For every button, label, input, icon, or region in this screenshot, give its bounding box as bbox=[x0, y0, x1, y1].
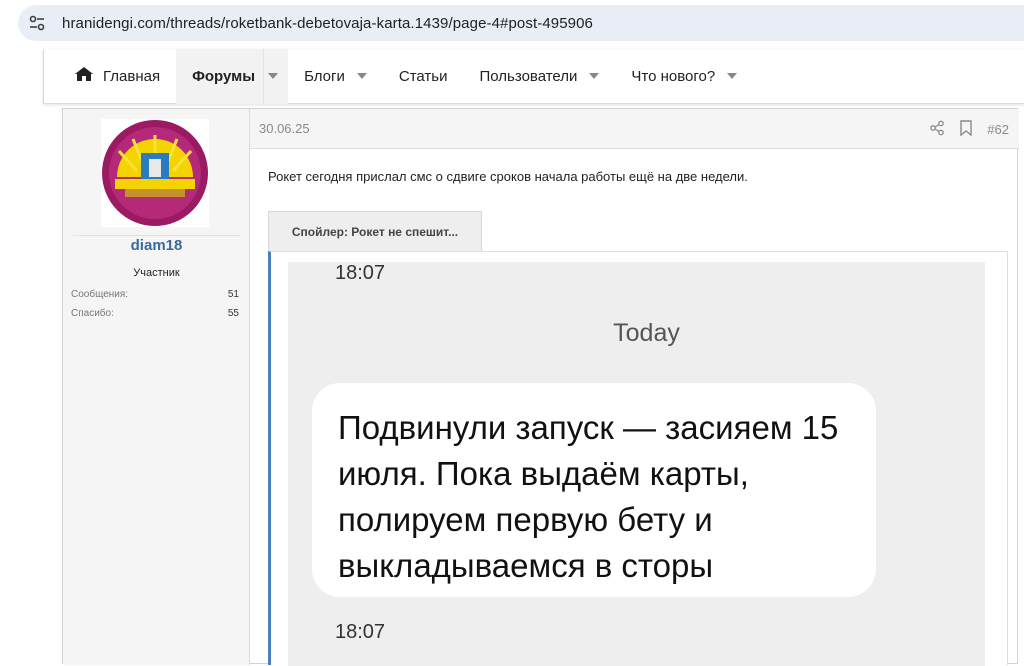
nav-articles[interactable]: Статьи bbox=[383, 49, 464, 104]
nav-blogs-label: Блоги bbox=[304, 67, 345, 85]
nav-whats-new[interactable]: Что нового? bbox=[615, 49, 753, 104]
sms-time-bottom: 18:07 bbox=[335, 621, 386, 643]
avatar-emblem-icon bbox=[102, 120, 208, 226]
spoiler-content: 18:07 Today Подвинули запуск — засияем 1… bbox=[268, 251, 1008, 666]
bookmark-icon[interactable] bbox=[959, 120, 973, 139]
chevron-down-icon[interactable] bbox=[356, 73, 367, 79]
user-stat-messages: Сообщения: 51 bbox=[71, 289, 239, 300]
nav-home-label: Главная bbox=[103, 67, 161, 85]
browser-toolbar: hranidengi.com/threads/roketbank-debetov… bbox=[0, 0, 1024, 46]
sms-time-top: 18:07 bbox=[335, 262, 386, 284]
avatar[interactable] bbox=[101, 119, 209, 227]
user-stat-thanks: Спасибо: 55 bbox=[71, 308, 239, 319]
sms-message-bubble: Подвинули запуск — засияем 15 июля. Пока… bbox=[312, 383, 876, 597]
site-settings-icon[interactable] bbox=[24, 10, 50, 36]
post-header-actions: #62 bbox=[929, 120, 1009, 139]
stat-label: Сообщения: bbox=[71, 289, 129, 300]
stat-value: 51 bbox=[227, 289, 239, 300]
home-icon bbox=[74, 66, 94, 86]
sms-screenshot: 18:07 Today Подвинули запуск — засияем 1… bbox=[288, 262, 985, 666]
address-bar[interactable]: hranidengi.com/threads/roketbank-debetov… bbox=[18, 5, 1024, 41]
nav-blogs[interactable]: Блоги bbox=[288, 49, 383, 104]
spoiler-button[interactable]: Спойлер: Рокет не спешит... bbox=[268, 211, 482, 251]
post-number-link[interactable]: #62 bbox=[987, 122, 1009, 137]
sms-day-label: Today bbox=[613, 319, 680, 347]
user-role: Участник bbox=[133, 267, 180, 279]
divider bbox=[73, 235, 240, 236]
post-date[interactable]: 30.06.25 bbox=[259, 121, 310, 136]
stat-label: Спасибо: bbox=[71, 308, 114, 319]
forum-post: diam18 Участник Сообщения: 51 Спасибо: 5… bbox=[62, 108, 1019, 666]
post-body-text: Рокет сегодня прислал смс о сдвиге сроко… bbox=[268, 169, 748, 184]
nav-members[interactable]: Пользователи bbox=[464, 49, 616, 104]
nav-forums-dropdown[interactable] bbox=[263, 48, 289, 104]
nav-home[interactable]: Главная bbox=[44, 49, 176, 104]
stat-value: 55 bbox=[227, 308, 239, 319]
nav-forums-label: Форумы bbox=[192, 67, 256, 85]
nav-articles-label: Статьи bbox=[398, 67, 448, 85]
chevron-down-icon[interactable] bbox=[589, 73, 600, 79]
user-info-column: diam18 Участник Сообщения: 51 Спасибо: 5… bbox=[63, 109, 250, 665]
share-icon[interactable] bbox=[929, 120, 945, 139]
chevron-down-icon bbox=[268, 73, 279, 79]
forum-nav: Главная Форумы Блоги Статьи Пользователи… bbox=[43, 48, 1024, 104]
post-header: 30.06.25 #62 bbox=[250, 109, 1019, 149]
nav-whats-new-label: Что нового? bbox=[631, 67, 716, 85]
nav-members-label: Пользователи bbox=[479, 67, 578, 85]
chevron-down-icon[interactable] bbox=[727, 73, 738, 79]
url-text[interactable]: hranidengi.com/threads/roketbank-debetov… bbox=[62, 15, 593, 32]
sms-message-text: Подвинули запуск — засияем 15 июля. Пока… bbox=[338, 409, 839, 584]
nav-forums[interactable]: Форумы bbox=[176, 48, 264, 104]
username-link[interactable]: diam18 bbox=[63, 237, 250, 254]
